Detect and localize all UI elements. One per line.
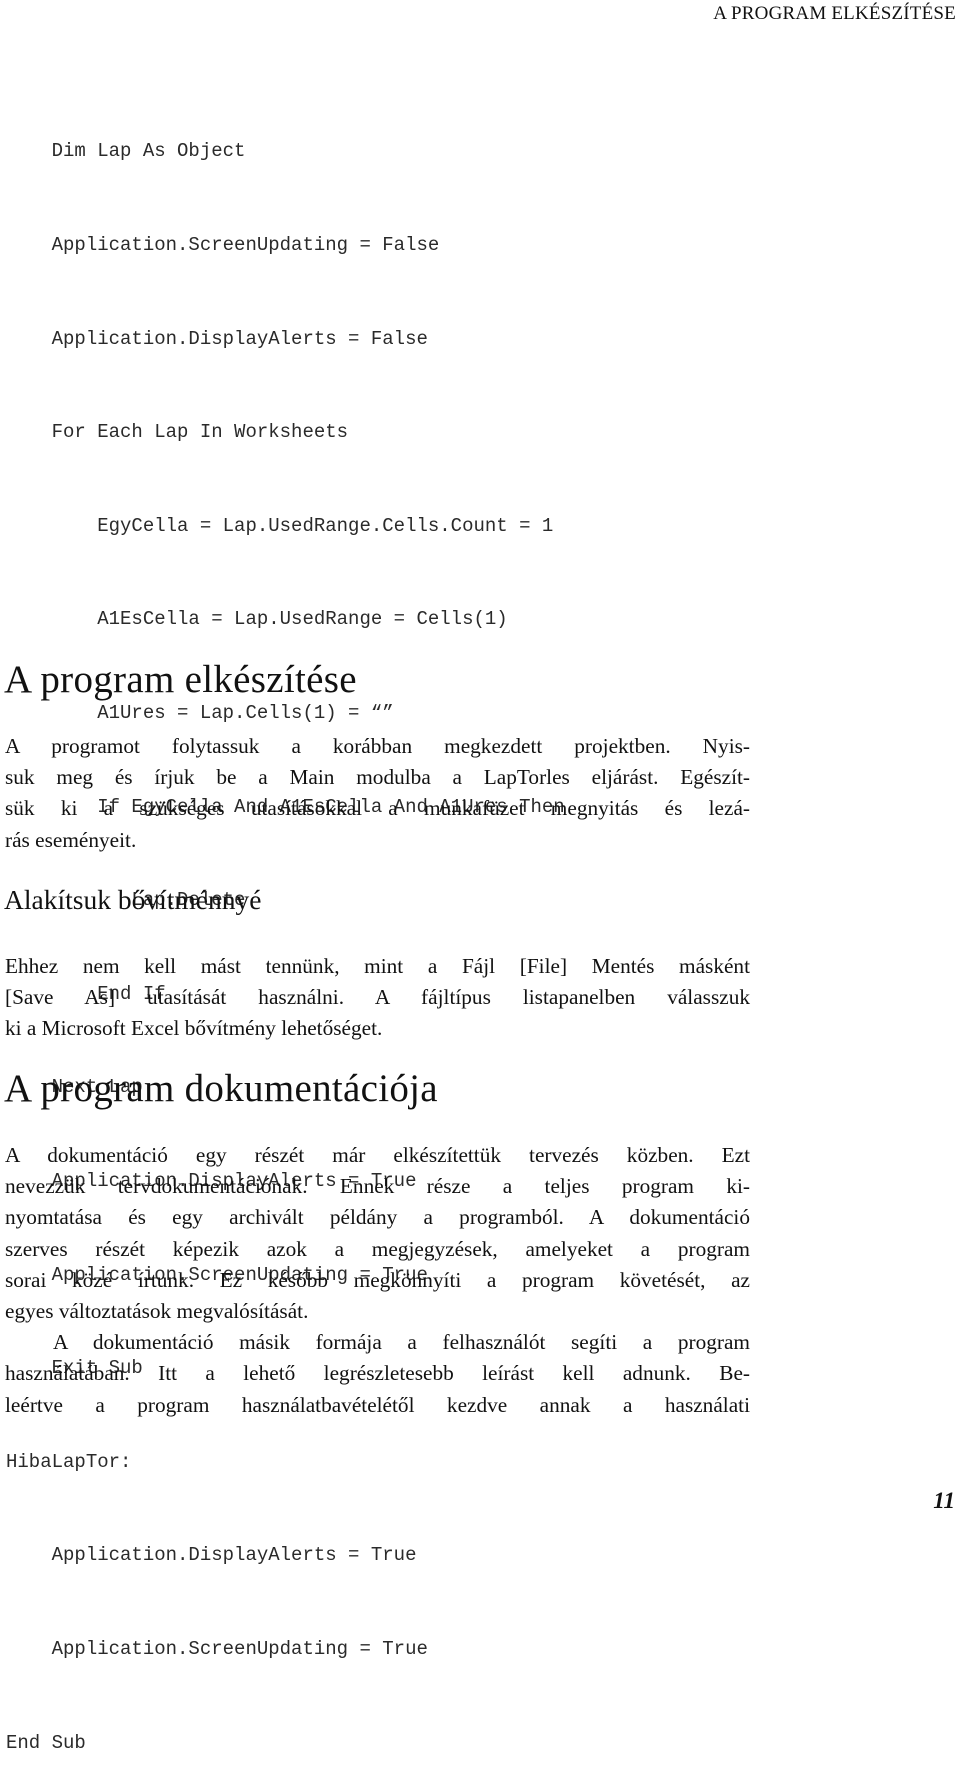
section-paragraph: Ehhez nem kell mást tennünk, mint a Fájl…	[5, 951, 750, 1045]
paragraph-line: egyes változtatások megvalósítását.	[5, 1298, 309, 1323]
code-line: Application.ScreenUpdating = True	[6, 1637, 428, 1660]
section-paragraph: A dokumentáció egy részét már elkészítet…	[5, 1140, 750, 1421]
code-line: A1Ures = Lap.Cells(1) = “”	[6, 701, 394, 724]
paragraph-line: sorai közé írtunk. Ez később megkönnyíti…	[5, 1267, 750, 1292]
vba-code-block: Dim Lap As Object Application.ScreenUpda…	[6, 74, 565, 1790]
paragraph-line: Ehhez nem kell mást tennünk, mint a Fájl…	[5, 954, 750, 978]
paragraph-line: [Save As] utasítását használni. A fájltí…	[5, 985, 750, 1010]
paragraph-line: A programot folytassuk a korábban megkez…	[5, 734, 750, 758]
code-line: A1EsCella = Lap.UsedRange = Cells(1)	[6, 608, 508, 631]
section-heading-program-elkeszitese: A program elkészítése	[4, 658, 357, 701]
paragraph-line: A dokumentáció másik formája a felhaszná…	[53, 1330, 750, 1355]
paragraph-line: nevezzük tervdokumentációnak. Ennek rész…	[5, 1174, 750, 1199]
paragraph-line: suk meg és írjuk be a Main modulba a Lap…	[5, 765, 750, 790]
paragraph-line: A dokumentáció egy részét már elkészítet…	[5, 1143, 750, 1167]
paragraph-line: ki a Microsoft Excel bővítmény lehetőség…	[5, 1016, 383, 1041]
code-line: HibaLapTor:	[6, 1450, 132, 1473]
code-line: Application.ScreenUpdating = False	[6, 234, 440, 256]
paragraph-line: rás eseményeit.	[5, 827, 137, 852]
running-header-title: A PROGRAM ELKÉSZÍTÉSE	[713, 3, 956, 24]
code-line: Application.DisplayAlerts = True	[6, 1544, 417, 1567]
paragraph-line: szerves részét képezik azok a megjegyzés…	[5, 1236, 750, 1261]
paragraph-line: használatában. Itt a lehető legrészletes…	[5, 1361, 750, 1386]
code-line: EgyCella = Lap.UsedRange.Cells.Count = 1	[6, 514, 554, 537]
code-line: For Each Lap In Worksheets	[6, 421, 349, 444]
paragraph-line: leértve a program használatbavételétől k…	[5, 1392, 750, 1417]
section-paragraph: A programot folytassuk a korábban megkez…	[5, 731, 750, 856]
code-line: End Sub	[6, 1731, 86, 1754]
paragraph-line: sük ki a szükséges utasításokkal a munka…	[5, 796, 750, 821]
section-heading-program-dokumentacioja: A program dokumentációja	[4, 1067, 438, 1110]
code-line: Application.DisplayAlerts = False	[6, 327, 428, 350]
paragraph-line: nyomtatása és egy archivált példány a pr…	[5, 1205, 750, 1230]
section-heading-alakitsuk-bovitmennye: Alakítsuk bővítménnyé	[4, 884, 262, 915]
code-line: Dim Lap As Object	[6, 140, 246, 163]
page-number: 11	[933, 1488, 955, 1513]
